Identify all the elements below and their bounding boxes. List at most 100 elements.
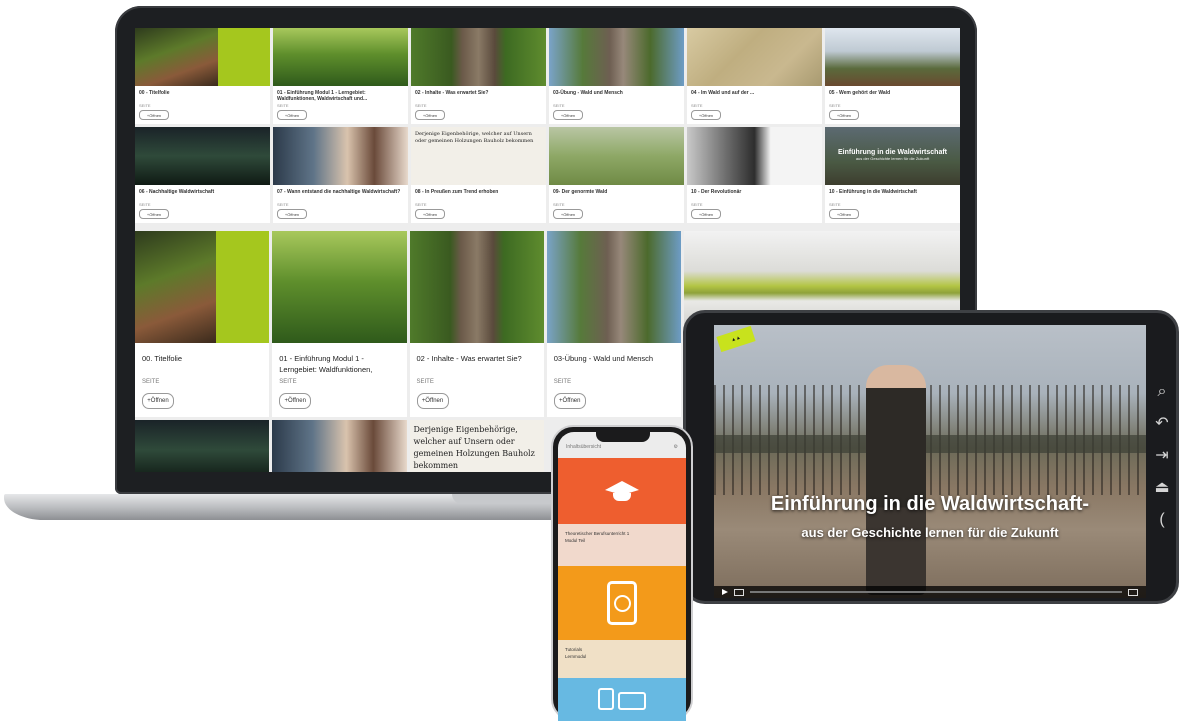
open-button[interactable]: + Öffnen — [553, 393, 586, 409]
phone-header-title: Inhaltsübersicht — [566, 444, 602, 450]
fraktur-document-text: Derjenige Eigenbehörige, welcher auf Uns… — [415, 131, 534, 144]
course-card-large[interactable]: Derjenige Eigenbehörige, welcher auf Uns… — [409, 420, 544, 472]
open-button[interactable]: + Öffnen — [416, 393, 449, 409]
course-card[interactable]: 03-Übung - Wald und Mensch SEITE + Öffne… — [549, 28, 684, 124]
phone-globe-icon — [607, 581, 637, 625]
course-card-large[interactable]: 03-Übung - Wald und Mensch SEITE + Öffne… — [546, 231, 681, 417]
card-title: 06 - Nachhaltige Waldwirtschaft — [139, 189, 215, 195]
video-subtitle: aus der Geschichte lernen für die Zukunf… — [801, 525, 1059, 540]
laptop-notch — [452, 494, 562, 504]
course-card[interactable]: 02 - Inhalte - Was erwartet Sie? SEITE +… — [411, 28, 546, 124]
course-card-large[interactable] — [135, 420, 270, 472]
course-card[interactable]: Derjenige Eigenbehörige, welcher auf Uns… — [411, 127, 546, 223]
card-type: SEITE — [691, 103, 703, 108]
card-title: 00 - Titelfolie — [139, 90, 170, 96]
open-button[interactable]: + Öffnen — [691, 209, 721, 219]
open-button[interactable]: + Öffnen — [139, 110, 169, 120]
course-tile-info[interactable]: Theoretischer Berufsunterricht 1 Modul T… — [558, 524, 686, 566]
back-icon[interactable]: ↶ — [1155, 416, 1168, 432]
card-thumbnail: Derjenige Eigenbehörige, welcher auf Uns… — [411, 127, 546, 185]
card-title: 09- Der genormte Wald — [553, 189, 608, 195]
card-title: 04 - Im Wald und auf der ... — [691, 90, 755, 96]
phone-screen: Inhaltsübersicht ⚙ Theoretischer Berufsu… — [558, 432, 686, 721]
open-button[interactable]: + Öffnen — [553, 110, 583, 120]
card-thumbnail: Derjenige Eigenbehörige, welcher auf Uns… — [409, 420, 544, 472]
open-button[interactable]: + Öffnen — [277, 110, 307, 120]
play-icon[interactable] — [722, 589, 728, 595]
card-thumbnail — [687, 28, 822, 86]
card-title: 02 - Inhalte - Was erwartet Sie? — [415, 90, 489, 96]
course-card-large[interactable]: 01 - Einführung Modul 1 - Lerngebiet: Wa… — [272, 231, 407, 417]
card-title: 01 - Einführung Modul 1 - Lerngebiet: Wa… — [277, 90, 368, 102]
card-thumbnail — [687, 127, 822, 185]
open-button[interactable]: + Öffnen — [415, 110, 445, 120]
tile-title: Tutorials — [565, 647, 583, 652]
card-thumbnail — [135, 420, 270, 472]
search-icon[interactable]: ⌕ — [1158, 384, 1167, 400]
open-button[interactable]: + Öffnen — [829, 209, 859, 219]
enter-icon[interactable]: ⇥ — [1155, 448, 1168, 464]
close-icon[interactable]: ( — [1159, 512, 1164, 528]
open-button[interactable]: + Öffnen — [415, 209, 445, 219]
course-card[interactable]: 07 - Wann entstand die nachhaltige Waldw… — [273, 127, 408, 223]
course-card[interactable]: 04 - Im Wald und auf der ... SEITE + Öff… — [687, 28, 822, 124]
exit-icon[interactable]: ⏏ — [1154, 480, 1169, 496]
open-button[interactable]: + Öffnen — [279, 393, 312, 409]
card-title: 07 - Wann entstand die nachhaltige Waldw… — [277, 189, 401, 195]
course-card[interactable]: 09- Der genormte Wald SEITE + Öffnen — [549, 127, 684, 223]
phone-notch — [596, 432, 650, 442]
card-thumbnail — [549, 28, 684, 86]
card-thumbnail — [135, 127, 270, 185]
card-thumbnail — [409, 231, 544, 343]
course-card[interactable]: 00 - Titelfolie SEITE + Öffnen — [135, 28, 270, 124]
card-type: SEITE — [279, 379, 297, 385]
card-title: 03-Übung - Wald und Mensch — [553, 354, 654, 363]
fullscreen-icon[interactable] — [1128, 588, 1138, 596]
captions-icon[interactable] — [734, 588, 744, 596]
settings-icon[interactable]: ⚙ — [674, 444, 678, 458]
open-button[interactable]: + Öffnen — [691, 110, 721, 120]
devices-icon — [598, 688, 646, 710]
course-card-large[interactable]: 02 - Inhalte - Was erwartet Sie? SEITE +… — [409, 231, 544, 417]
course-tile-devices[interactable] — [558, 678, 686, 721]
card-type: SEITE — [277, 103, 289, 108]
open-button[interactable]: + Öffnen — [277, 209, 307, 219]
video-player[interactable]: ▲▲ Einführung in die Waldwirtschaft- aus… — [714, 325, 1146, 598]
card-title: 03-Übung - Wald und Mensch — [553, 90, 623, 96]
card-thumbnail — [272, 231, 407, 343]
course-card[interactable]: 05 - Wem gehört der Wald SEITE + Öffnen — [825, 28, 960, 124]
card-type: SEITE — [553, 103, 565, 108]
open-button[interactable]: + Öffnen — [829, 110, 859, 120]
course-card-large[interactable] — [272, 420, 407, 472]
course-card[interactable]: Einführung in die Waldwirtschaft aus der… — [825, 127, 960, 223]
course-card[interactable]: 10 - Der Revolutionär SEITE + Öffnen — [687, 127, 822, 223]
tablet-side-icons: ⌕ ↶ ⇥ ⏏ ( — [1150, 384, 1174, 528]
card-title: 05 - Wem gehört der Wald — [829, 90, 891, 96]
open-button[interactable]: + Öffnen — [139, 209, 169, 219]
card-thumbnail — [135, 28, 270, 86]
course-tile-tutorials[interactable] — [558, 566, 686, 640]
course-card[interactable]: 01 - Einführung Modul 1 - Lerngebiet: Wa… — [273, 28, 408, 124]
card-thumbnail — [135, 231, 270, 343]
course-card-large[interactable]: 00. Titelfolie SEITE + Öffnen — [135, 231, 270, 417]
card-title: 02 - Inhalte - Was erwartet Sie? — [416, 354, 522, 363]
course-grid-small: 00 - Titelfolie SEITE + Öffnen 01 - Einf… — [135, 28, 960, 228]
card-type: SEITE — [691, 202, 703, 207]
graduation-cap-icon — [605, 481, 639, 501]
open-button[interactable]: + Öffnen — [142, 393, 174, 409]
brand-badge-icon: ▲▲ — [716, 325, 756, 353]
fraktur-document-text: Derjenige Eigenbehörige, welcher auf Uns… — [413, 425, 535, 470]
open-button[interactable]: + Öffnen — [553, 209, 583, 219]
video-progress-bar[interactable] — [750, 591, 1122, 593]
course-tile-info[interactable]: Tutorials Lernmodul — [558, 640, 686, 678]
card-title: 08 - In Preußen zum Trend erhoben — [415, 189, 499, 195]
card-type: SEITE — [829, 103, 841, 108]
card-thumbnail — [273, 28, 408, 86]
card-thumbnail: Einführung in die Waldwirtschaft aus der… — [825, 127, 960, 185]
card-type: SEITE — [415, 202, 427, 207]
course-tile-theory[interactable] — [558, 458, 686, 524]
card-title: 01 - Einführung Modul 1 - Lerngebiet: Wa… — [279, 354, 373, 377]
card-thumbnail — [546, 231, 681, 343]
course-card[interactable]: 06 - Nachhaltige Waldwirtschaft SEITE + … — [135, 127, 270, 223]
video-treeline — [714, 435, 1146, 453]
